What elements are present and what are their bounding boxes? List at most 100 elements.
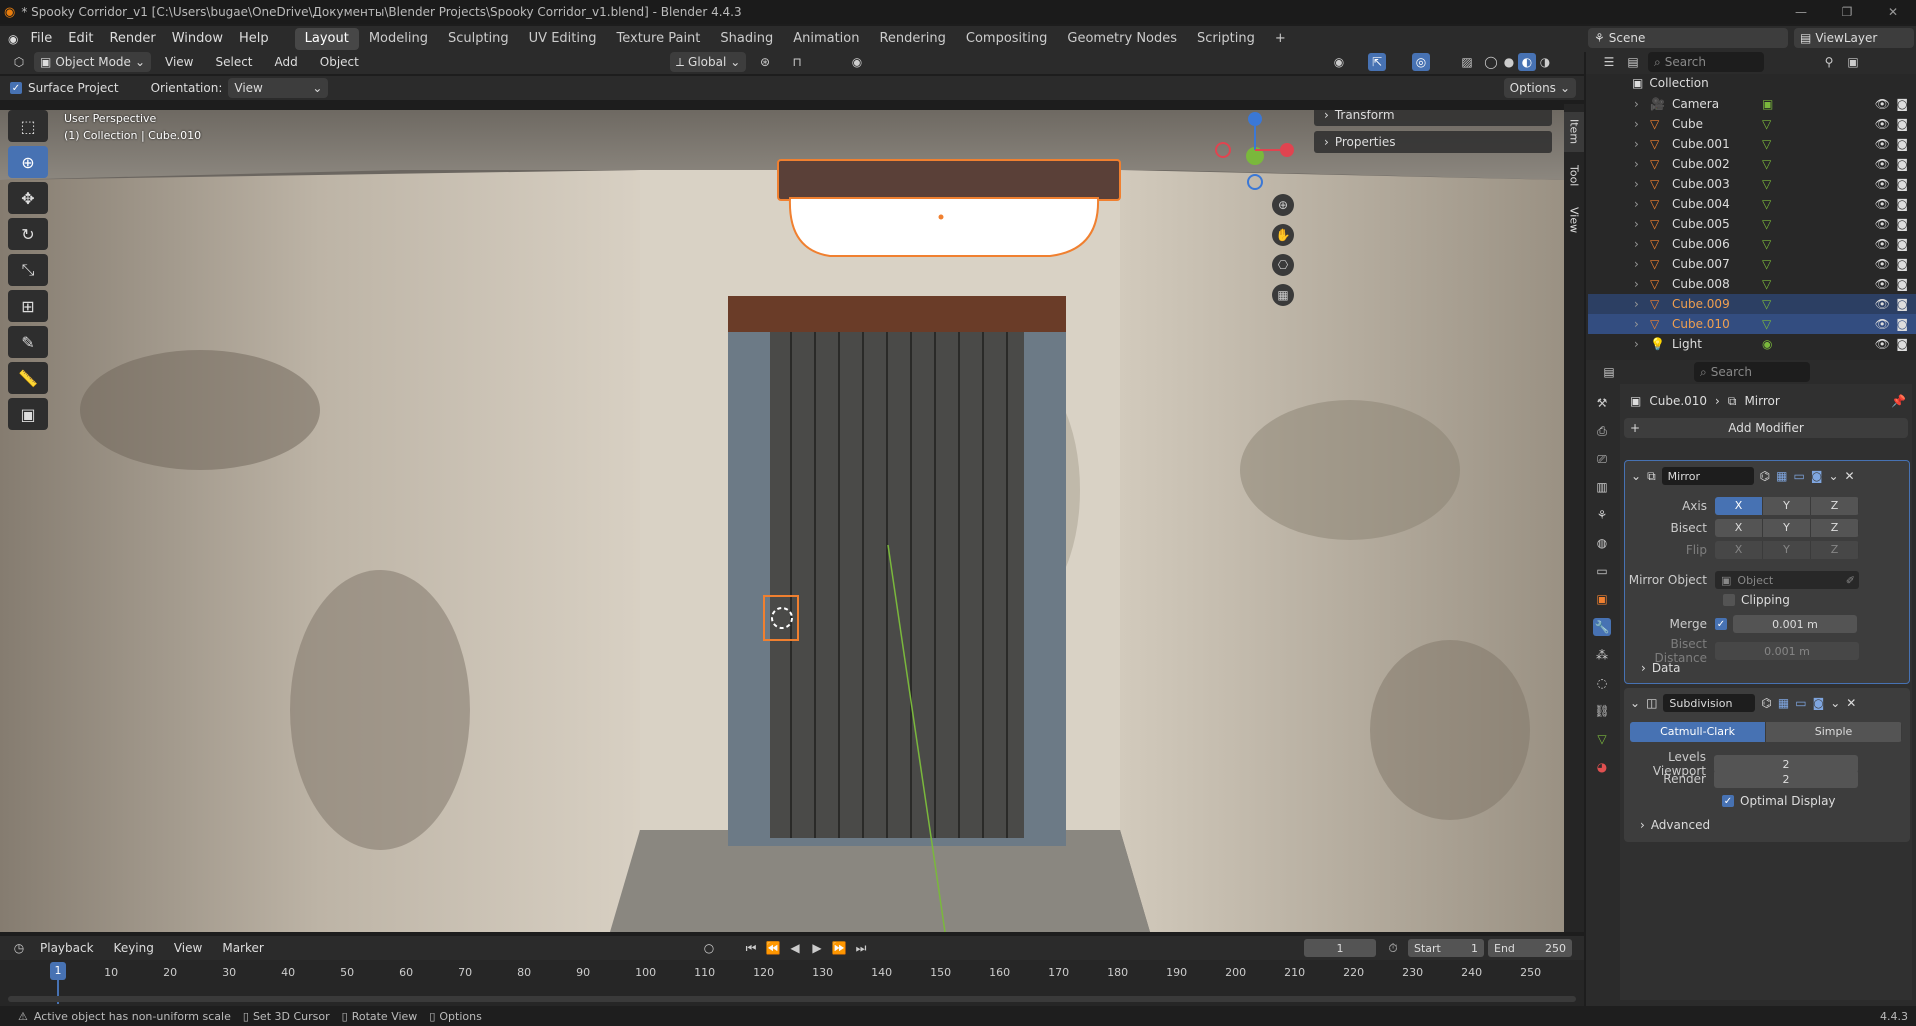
display-mode-icon[interactable]: ▤ (1624, 53, 1642, 71)
eye-icon[interactable]: 👁 (1875, 277, 1890, 291)
merge-distance-field[interactable]: 0.001 m (1733, 615, 1857, 633)
minimize-icon[interactable]: — (1778, 0, 1824, 24)
camera-render-icon[interactable]: ◙ (1896, 277, 1908, 291)
expand-chevron-icon[interactable]: › (1634, 97, 1646, 111)
outliner-item[interactable]: › 🎥 Camera ▣ 👁 ◙ (1588, 94, 1916, 114)
shading-material-icon[interactable]: ◐ (1518, 53, 1536, 71)
render-levels-field[interactable]: 2 (1714, 770, 1858, 788)
menu-render[interactable]: Render (101, 28, 163, 50)
timeline-menu-keying[interactable]: Keying (106, 937, 162, 959)
timeline-menu-view[interactable]: View (166, 937, 210, 959)
expand-chevron-icon[interactable]: › (1634, 277, 1646, 291)
play-icon[interactable]: ▶ (808, 939, 826, 957)
snap-icon[interactable]: ⊓ (788, 53, 806, 71)
camera-render-icon[interactable]: ◙ (1896, 237, 1908, 251)
stopwatch-icon[interactable]: ⏱ (1384, 939, 1402, 957)
scene-tab-icon[interactable]: ⚘ (1593, 506, 1611, 524)
3d-viewport[interactable]: User Perspective (1) Collection | Cube.0… (0, 110, 1564, 932)
camera-render-icon[interactable]: ◙ (1896, 97, 1908, 111)
gizmo-toggle-icon[interactable]: ⇱ (1368, 53, 1386, 71)
outliner-item[interactable]: › ▽ Cube ▽ 👁 ◙ (1588, 114, 1916, 134)
bisect-distance-field[interactable]: 0.001 m (1715, 642, 1859, 660)
sidebar-tab-view[interactable]: View (1564, 200, 1584, 240)
menu-window[interactable]: Window (164, 28, 231, 50)
viewport-menu-add[interactable]: Add (267, 51, 306, 73)
blender-menu-icon[interactable]: ◉ (8, 32, 18, 46)
menu-edit[interactable]: Edit (60, 28, 101, 50)
timeline-scrollbar[interactable] (8, 996, 1576, 1002)
outliner-editor-icon[interactable]: ☰ (1600, 53, 1618, 71)
physics-tab-icon[interactable]: ◌ (1593, 674, 1611, 692)
eye-icon[interactable]: 👁 (1875, 257, 1890, 271)
start-frame-field[interactable]: Start 1 (1408, 939, 1484, 957)
merge-checkbox[interactable]: ✓ (1715, 618, 1727, 630)
outliner-item[interactable]: › ▽ Cube.010 ▽ 👁 ◙ (1588, 314, 1916, 334)
timeline-menu-playback[interactable]: Playback (32, 937, 102, 959)
camera-render-icon[interactable]: ◙ (1896, 197, 1908, 211)
current-frame-field[interactable]: 1 (1304, 939, 1376, 957)
transform-orientation-selector[interactable]: ⟂ Global ⌄ (670, 52, 747, 72)
pin-icon[interactable]: 📌 (1891, 394, 1906, 408)
xray-icon[interactable]: ▨ (1458, 53, 1476, 71)
panel-transform[interactable]: › Transform (1314, 110, 1552, 126)
outliner-item[interactable]: › ▽ Cube.007 ▽ 👁 ◙ (1588, 254, 1916, 274)
gizmo-z-axis[interactable] (1248, 112, 1262, 126)
expand-chevron-icon[interactable]: › (1634, 297, 1646, 311)
eye-icon[interactable]: 👁 (1875, 157, 1890, 171)
timeline-editor-icon[interactable]: ◷ (10, 939, 28, 957)
render-icon[interactable]: ◙ (1811, 469, 1823, 483)
object-tab-icon[interactable]: ▣ (1593, 590, 1611, 608)
modifier-tab-icon[interactable]: 🔧 (1593, 618, 1611, 636)
jump-end-icon[interactable]: ⏭ (852, 939, 870, 957)
outliner-item[interactable]: › ▽ Cube.006 ▽ 👁 ◙ (1588, 234, 1916, 254)
workspace-tab-uv-editing[interactable]: UV Editing (519, 28, 607, 50)
expand-chevron-icon[interactable]: › (1634, 177, 1646, 191)
mirror-object-field[interactable]: ▣ Object ✐ (1715, 571, 1859, 589)
sidebar-tab-item[interactable]: Item (1564, 112, 1584, 152)
jump-keyframe-back-icon[interactable]: ⏪ (764, 939, 782, 957)
add-cube-tool-icon[interactable]: ▣ (8, 398, 48, 430)
expand-chevron-icon[interactable]: › (1634, 317, 1646, 331)
bisect-x[interactable]: X (1715, 519, 1763, 537)
constraints-tab-icon[interactable]: ⛓ (1593, 702, 1611, 720)
rotate-tool-icon[interactable]: ↻ (8, 218, 48, 250)
workspace-tab-rendering[interactable]: Rendering (869, 28, 955, 50)
shading-solid-icon[interactable]: ● (1500, 53, 1518, 71)
on-cage-icon[interactable]: ▦ (1778, 696, 1789, 710)
gizmo-x-axis[interactable] (1280, 143, 1294, 157)
workspace-tab-layout[interactable]: Layout (294, 28, 359, 50)
camera-render-icon[interactable]: ◙ (1896, 257, 1908, 271)
properties-search-field[interactable]: ⌕ Search (1694, 362, 1810, 382)
particles-tab-icon[interactable]: ⁂ (1593, 646, 1611, 664)
workspace-tab-scripting[interactable]: Scripting (1187, 28, 1265, 50)
dropdown-icon[interactable]: ⌄ (1830, 696, 1840, 710)
workspace-tab-compositing[interactable]: Compositing (956, 28, 1058, 50)
eye-icon[interactable]: 👁 (1875, 177, 1890, 191)
expand-chevron-icon[interactable]: › (1634, 157, 1646, 171)
shading-rendered-icon[interactable]: ◑ (1536, 53, 1554, 71)
camera-render-icon[interactable]: ◙ (1896, 337, 1908, 351)
expand-chevron-icon[interactable]: › (1634, 137, 1646, 151)
shading-wireframe-icon[interactable]: ◯ (1482, 53, 1500, 71)
end-frame-field[interactable]: End 250 (1488, 939, 1572, 957)
mode-selector[interactable]: ▣ Object Mode ⌄ (34, 52, 151, 72)
output-tab-icon[interactable]: ⎚ (1593, 450, 1611, 468)
menu-help[interactable]: Help (231, 28, 277, 50)
visibility-icon[interactable]: ◉ (1330, 53, 1348, 71)
collection-tab-icon[interactable]: ▭ (1593, 562, 1611, 580)
scene-selector[interactable]: ⚘ Scene (1588, 28, 1788, 48)
chevron-down-icon[interactable]: ⌄ (1631, 469, 1641, 483)
collection-row[interactable]: ▣ Collection (1586, 74, 1916, 92)
expand-chevron-icon[interactable]: › (1634, 257, 1646, 271)
outliner-item[interactable]: › ▽ Cube.002 ▽ 👁 ◙ (1588, 154, 1916, 174)
pan-hand-icon[interactable]: ✋ (1272, 224, 1294, 246)
viewport-menu-object[interactable]: Object (312, 51, 367, 73)
expand-chevron-icon[interactable]: › (1634, 337, 1646, 351)
camera-render-icon[interactable]: ◙ (1896, 317, 1908, 331)
realtime-icon[interactable]: ▭ (1795, 696, 1806, 710)
bisect-z[interactable]: Z (1811, 519, 1859, 537)
eye-icon[interactable]: 👁 (1875, 297, 1890, 311)
tool-tab-icon[interactable]: ⚒ (1593, 394, 1611, 412)
viewport-menu-view[interactable]: View (157, 51, 201, 73)
viewport-menu-select[interactable]: Select (207, 51, 260, 73)
